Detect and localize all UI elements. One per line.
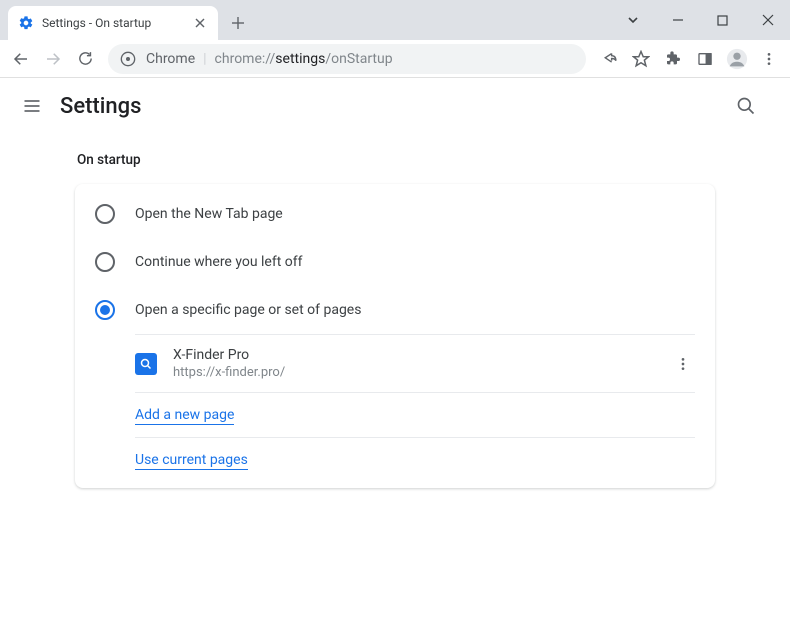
radio-icon — [95, 300, 115, 320]
page-info: X-Finder Pro https://x-finder.pro/ — [173, 347, 671, 380]
forward-button[interactable] — [38, 44, 68, 74]
new-tab-button[interactable] — [224, 9, 252, 37]
page-name: X-Finder Pro — [173, 347, 671, 363]
radio-icon — [95, 252, 115, 272]
site-favicon — [135, 353, 157, 375]
radio-specific-pages[interactable]: Open a specific page or set of pages — [75, 286, 715, 334]
omnibox-tail: /onStartup — [325, 51, 392, 67]
radio-label: Open the New Tab page — [135, 206, 283, 222]
radio-icon — [95, 204, 115, 224]
extensions-button[interactable] — [658, 44, 688, 74]
toolbar: Chrome | chrome://settings/onStartup — [0, 40, 790, 78]
radio-label: Continue where you left off — [135, 254, 303, 270]
site-info-icon[interactable] — [120, 51, 136, 67]
omnibox-prefix: Chrome — [146, 51, 195, 67]
omnibox-host: chrome:// — [215, 51, 276, 67]
startup-pages-list: X-Finder Pro https://x-finder.pro/ Add a… — [135, 334, 695, 482]
maximize-button[interactable] — [700, 5, 745, 35]
close-tab-button[interactable] — [192, 15, 208, 31]
settings-header: Settings — [0, 78, 790, 134]
tab-title: Settings - On startup — [42, 16, 192, 30]
minimize-button[interactable] — [655, 5, 700, 35]
radio-open-new-tab[interactable]: Open the New Tab page — [75, 190, 715, 238]
section-label: On startup — [75, 152, 715, 168]
page-actions-button[interactable] — [671, 356, 695, 372]
search-settings-button[interactable] — [732, 92, 760, 120]
back-button[interactable] — [6, 44, 36, 74]
use-current-row: Use current pages — [135, 438, 695, 482]
omnibox-separator: | — [203, 51, 206, 67]
add-page-row: Add a new page — [135, 393, 695, 438]
menu-toggle-button[interactable] — [18, 92, 46, 120]
page-title: Settings — [60, 94, 141, 119]
share-button[interactable] — [594, 44, 624, 74]
radio-label: Open a specific page or set of pages — [135, 302, 361, 318]
startup-card: Open the New Tab page Continue where you… — [75, 184, 715, 488]
content-area: On startup Open the New Tab page Continu… — [0, 134, 790, 488]
profile-button[interactable] — [722, 44, 752, 74]
startup-page-row: X-Finder Pro https://x-finder.pro/ — [135, 335, 695, 393]
reload-button[interactable] — [70, 44, 100, 74]
add-page-link[interactable]: Add a new page — [135, 407, 234, 425]
chevron-down-icon[interactable] — [610, 13, 655, 27]
page-url: https://x-finder.pro/ — [173, 365, 671, 380]
gear-icon — [18, 15, 34, 31]
bookmark-button[interactable] — [626, 44, 656, 74]
use-current-link[interactable]: Use current pages — [135, 452, 248, 470]
side-panel-button[interactable] — [690, 44, 720, 74]
close-window-button[interactable] — [745, 5, 790, 35]
omnibox-path: settings — [275, 51, 325, 67]
address-bar[interactable]: Chrome | chrome://settings/onStartup — [108, 44, 586, 74]
radio-continue[interactable]: Continue where you left off — [75, 238, 715, 286]
window-controls — [610, 0, 790, 40]
browser-tab[interactable]: Settings - On startup — [8, 6, 218, 40]
tab-strip: Settings - On startup — [0, 0, 790, 40]
menu-button[interactable] — [754, 44, 784, 74]
